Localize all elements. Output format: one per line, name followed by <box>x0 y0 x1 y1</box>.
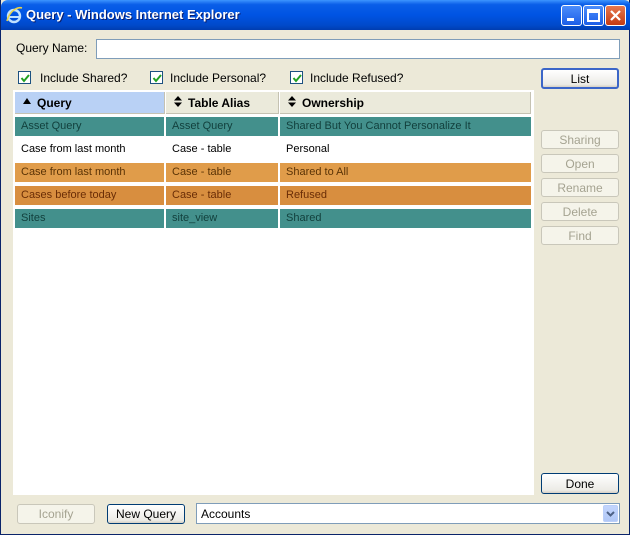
column-header-label: Query <box>37 96 72 110</box>
rename-button[interactable]: Rename <box>541 178 619 197</box>
query-name-input[interactable] <box>96 39 620 59</box>
close-icon <box>610 10 621 21</box>
checkmark-icon <box>152 74 162 83</box>
include-shared-label: Include Shared? <box>40 71 128 85</box>
column-header-label: Table Alias <box>188 96 251 110</box>
table-cell-ownership[interactable]: Refused <box>280 186 531 206</box>
maximize-button[interactable] <box>583 5 604 26</box>
table-select[interactable]: Accounts <box>196 503 620 524</box>
query-table: Query Table Alias Ownership Asset Query … <box>13 90 534 495</box>
include-refused-checkbox[interactable] <box>290 71 303 84</box>
table-cell-ownership[interactable]: Shared But You Cannot Personalize It <box>280 117 531 137</box>
list-button[interactable]: List <box>541 68 619 89</box>
include-refused-label: Include Refused? <box>310 71 404 85</box>
chevron-down-icon <box>606 511 615 517</box>
checkmark-icon <box>292 74 302 83</box>
table-cell-alias[interactable]: Case - table <box>166 140 278 160</box>
minimize-icon <box>567 18 574 21</box>
new-query-button[interactable]: New Query <box>107 504 185 524</box>
query-name-label: Query Name: <box>16 41 88 55</box>
maximize-icon <box>587 9 600 22</box>
table-cell-query[interactable]: Case from last month <box>15 140 164 160</box>
table-select-value: Accounts <box>201 507 251 521</box>
title-bar[interactable]: Query - Windows Internet Explorer <box>1 0 630 30</box>
sort-both-icon <box>288 96 296 107</box>
table-cell-alias[interactable]: Case - table <box>166 163 278 183</box>
done-button[interactable]: Done <box>541 473 619 494</box>
table-cell-alias[interactable]: Case - table <box>166 186 278 206</box>
close-button[interactable] <box>605 5 626 26</box>
table-cell-ownership[interactable]: Shared to All <box>280 163 531 183</box>
table-cell-alias[interactable]: Asset Query <box>166 117 278 137</box>
dropdown-button[interactable] <box>603 505 618 522</box>
table-cell-ownership[interactable]: Shared <box>280 209 531 229</box>
table-cell-alias[interactable]: site_view <box>166 209 278 229</box>
table-cell-query[interactable]: Cases before today <box>15 186 164 206</box>
find-button[interactable]: Find <box>541 226 619 245</box>
include-personal-checkbox[interactable] <box>150 71 163 84</box>
table-cell-query[interactable]: Asset Query <box>15 117 164 137</box>
column-header-query[interactable]: Query <box>15 92 165 114</box>
minimize-button[interactable] <box>561 5 582 26</box>
column-header-ownership[interactable]: Ownership <box>280 92 531 114</box>
checkmark-icon <box>20 74 30 83</box>
sharing-button[interactable]: Sharing <box>541 130 619 149</box>
open-button[interactable]: Open <box>541 154 619 173</box>
window-title: Query - Windows Internet Explorer <box>26 7 240 22</box>
iconify-button[interactable]: Iconify <box>17 504 95 524</box>
delete-button[interactable]: Delete <box>541 202 619 221</box>
query-window: Query - Windows Internet Explorer Query … <box>0 0 630 535</box>
column-header-table-alias[interactable]: Table Alias <box>166 92 279 114</box>
include-personal-label: Include Personal? <box>170 71 267 85</box>
table-cell-ownership[interactable]: Personal <box>280 140 531 160</box>
window-client-area: Query Name: Include Shared? Include Pers… <box>4 30 626 531</box>
include-shared-checkbox[interactable] <box>18 71 31 84</box>
sort-both-icon <box>174 96 182 107</box>
column-header-label: Ownership <box>302 96 365 110</box>
internet-explorer-icon <box>6 6 23 24</box>
table-cell-query[interactable]: Case from last month <box>15 163 164 183</box>
table-cell-query[interactable]: Sites <box>15 209 164 229</box>
sort-ascending-icon <box>23 98 31 104</box>
